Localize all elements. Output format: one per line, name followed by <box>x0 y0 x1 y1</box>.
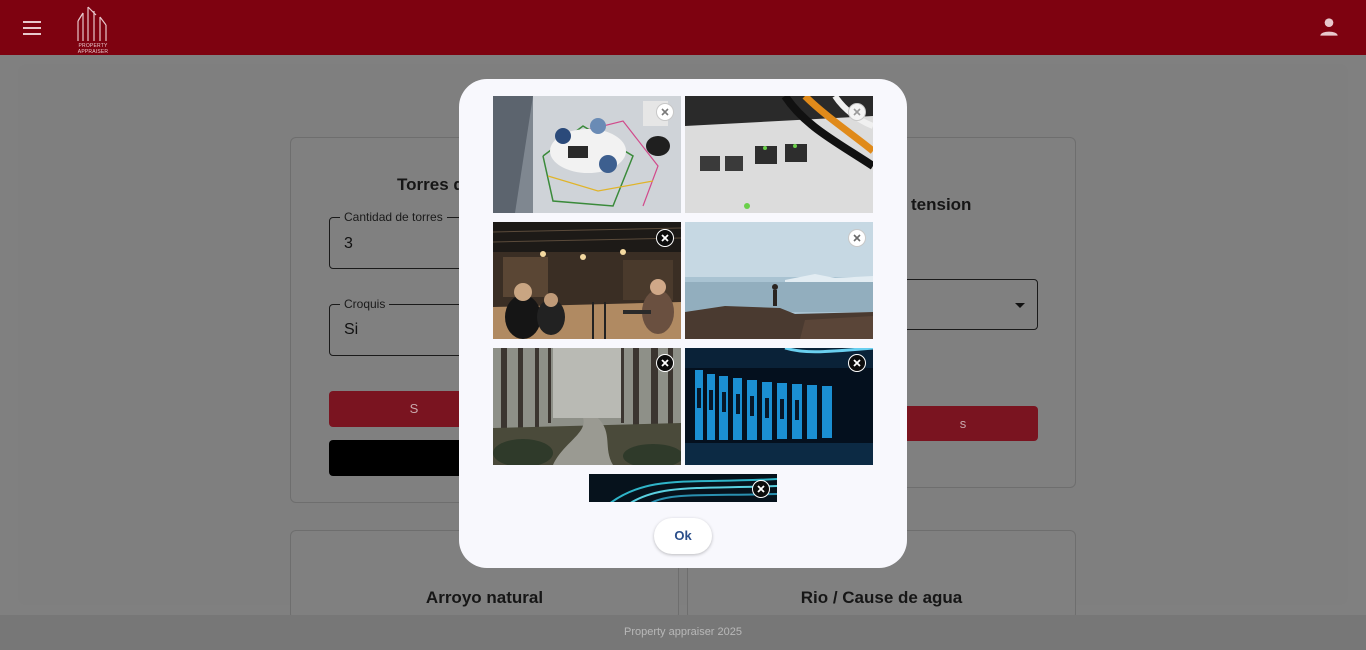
tension-card-title: tension <box>911 195 972 214</box>
tower-count-value: 3 <box>344 235 353 252</box>
tension-select[interactable] <box>888 279 1038 330</box>
sketch-label: Croquis <box>340 297 390 311</box>
app-logo[interactable]: PROPERTY APPRAISER <box>66 3 120 55</box>
remove-photo-button[interactable] <box>752 480 770 498</box>
tension-button[interactable]: s <box>888 406 1038 441</box>
photo-gallery-dialog: Ok <box>459 79 907 568</box>
close-icon <box>661 234 669 242</box>
photo-gallery[interactable] <box>493 96 873 502</box>
river-card-title: Rio / Cause de agua <box>800 588 963 607</box>
forest-road-photo <box>493 348 681 465</box>
menu-icon[interactable] <box>20 16 44 40</box>
photo-thumbnail[interactable] <box>493 96 681 213</box>
ok-button[interactable]: Ok <box>654 518 712 554</box>
photo-thumbnail[interactable] <box>685 96 873 213</box>
photo-thumbnail[interactable] <box>493 348 681 465</box>
close-icon <box>853 359 861 367</box>
sketch-value: Si <box>344 321 359 338</box>
photo-thumbnail[interactable] <box>685 348 873 465</box>
footer: Property appraiser 2025 <box>0 615 1366 650</box>
towers-card-title: Torres d <box>397 175 464 194</box>
logo-caption: PROPERTY APPRAISER <box>77 43 109 55</box>
fiber-cables-photo <box>589 474 777 502</box>
photo-thumbnail[interactable] <box>589 474 777 502</box>
app-bar: PROPERTY APPRAISER <box>0 0 1366 55</box>
photo-thumbnail[interactable] <box>685 222 873 339</box>
close-icon <box>661 108 669 116</box>
close-icon <box>853 234 861 242</box>
server-ports-photo <box>685 348 873 465</box>
close-icon <box>853 108 861 116</box>
tower-count-label: Cantidad de torres <box>340 210 447 224</box>
account-icon[interactable] <box>1316 14 1342 40</box>
close-icon <box>757 485 765 493</box>
remove-photo-button[interactable] <box>656 229 674 247</box>
remove-photo-button[interactable] <box>848 229 866 247</box>
close-icon <box>661 359 669 367</box>
remove-photo-button[interactable] <box>848 354 866 372</box>
remove-photo-button[interactable] <box>656 354 674 372</box>
network-router-photo <box>685 96 873 213</box>
stream-card-title: Arroyo natural <box>425 588 544 607</box>
photo-thumbnail[interactable] <box>493 222 681 339</box>
remove-photo-button[interactable] <box>848 103 866 121</box>
office-meeting-photo <box>493 96 681 213</box>
chevron-down-icon <box>1015 303 1025 308</box>
restaurant-photo <box>493 222 681 339</box>
footer-text: Property appraiser 2025 <box>623 626 742 638</box>
lake-person-photo <box>685 222 873 339</box>
remove-photo-button[interactable] <box>656 103 674 121</box>
